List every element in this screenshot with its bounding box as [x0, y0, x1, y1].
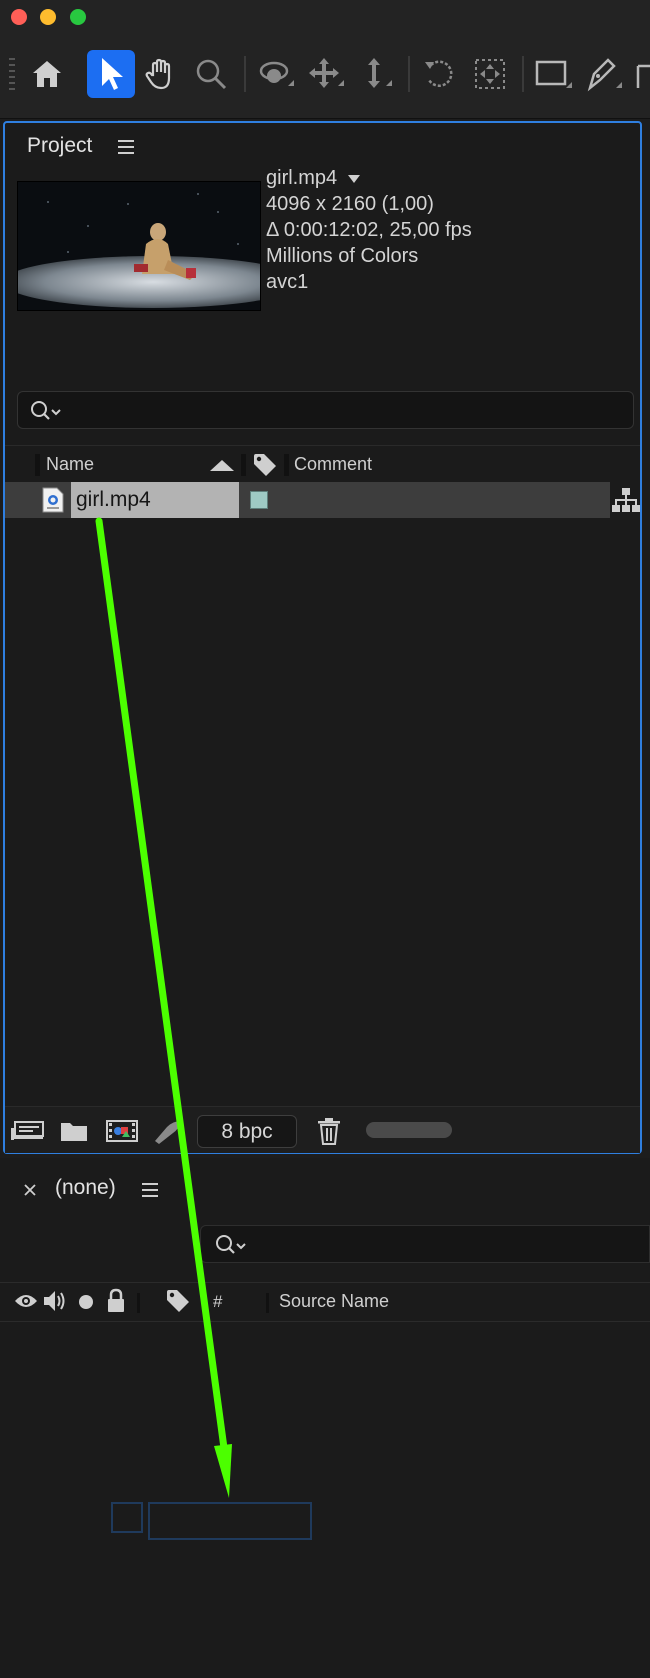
bit-depth-button[interactable]: 8 bpc [197, 1115, 297, 1148]
timeline-panel: (none) # Source Name [0, 1158, 650, 1678]
pan-behind-tool[interactable] [466, 50, 514, 98]
column-handle[interactable] [241, 454, 246, 476]
selection-tool[interactable] [87, 50, 135, 98]
drop-target-name-box [148, 1502, 312, 1540]
lock-icon[interactable] [106, 1288, 126, 1314]
new-folder-icon[interactable] [59, 1119, 89, 1143]
close-button[interactable] [11, 9, 27, 25]
comment-column-header[interactable]: Comment [294, 454, 372, 475]
audio-icon[interactable] [42, 1289, 68, 1313]
orbit-camera-tool[interactable] [252, 50, 300, 98]
search-icon [216, 1235, 246, 1254]
zoom-button[interactable] [70, 9, 86, 25]
new-composition-icon[interactable] [105, 1119, 139, 1143]
project-panel-title[interactable]: Project [27, 134, 92, 158]
project-bottom-bar: 8 bpc [5, 1106, 640, 1153]
footage-thumbnail [17, 181, 261, 311]
label-tag-icon[interactable] [252, 452, 278, 478]
hand-tool[interactable] [137, 50, 185, 98]
dolly-camera-tool[interactable] [352, 50, 400, 98]
source-name-header[interactable]: Source Name [279, 1291, 389, 1312]
solo-icon[interactable] [78, 1294, 94, 1310]
panel-menu-icon[interactable] [118, 140, 134, 154]
column-handle[interactable] [137, 1293, 140, 1313]
trash-icon[interactable] [316, 1117, 342, 1145]
drop-target-box [111, 1502, 143, 1533]
project-column-header: Name Comment [5, 445, 640, 482]
column-handle[interactable] [266, 1293, 269, 1313]
timeline-menu-icon[interactable] [142, 1183, 158, 1197]
pen-tool[interactable] [580, 50, 628, 98]
label-tag-icon[interactable] [165, 1288, 191, 1314]
project-item-row[interactable]: girl.mp4 [5, 482, 610, 518]
sort-ascending-icon[interactable] [208, 458, 236, 472]
zoom-tool[interactable] [187, 50, 235, 98]
timeline-search-input[interactable] [200, 1225, 650, 1263]
timeline-column-header: # Source Name [0, 1282, 650, 1322]
timeline-comp-name[interactable]: (none) [55, 1176, 116, 1200]
eye-icon[interactable] [14, 1291, 38, 1311]
footage-file-icon [42, 487, 64, 513]
search-icon [31, 401, 61, 420]
minimize-button[interactable] [40, 9, 56, 25]
column-handle[interactable] [284, 454, 289, 476]
toolbar-separator [408, 56, 410, 92]
toolbar-grip[interactable] [9, 56, 15, 94]
project-panel: Project girl.mp4 4096 x 2160 (1,00) Δ 0:… [3, 121, 642, 1154]
label-color-swatch[interactable] [250, 491, 268, 509]
home-icon[interactable] [23, 50, 71, 98]
interpret-footage-icon[interactable] [9, 1118, 45, 1144]
toolbar-separator [522, 56, 524, 92]
project-item-name[interactable]: girl.mp4 [76, 488, 151, 512]
layer-number-header[interactable]: # [213, 1292, 222, 1312]
footage-duration: Δ 0:00:12:02, 25,00 fps [266, 219, 472, 241]
pan-camera-tool[interactable] [302, 50, 350, 98]
flowchart-icon[interactable] [612, 487, 640, 513]
project-settings-icon[interactable] [153, 1117, 183, 1145]
tools-toolbar [0, 34, 650, 119]
close-icon[interactable] [23, 1183, 37, 1197]
dropdown-arrow-icon[interactable] [347, 174, 361, 184]
footage-name[interactable]: girl.mp4 [266, 167, 361, 190]
footage-colors: Millions of Colors [266, 245, 419, 267]
rotation-tool[interactable] [416, 50, 464, 98]
toolbar-overflow[interactable] [634, 62, 650, 92]
footage-codec: avc1 [266, 271, 309, 293]
project-search-input[interactable] [17, 391, 634, 429]
footage-dimensions: 4096 x 2160 (1,00) [266, 193, 434, 215]
title-bar [0, 0, 650, 34]
name-column-header[interactable]: Name [46, 454, 94, 475]
rectangle-tool[interactable] [530, 50, 578, 98]
toolbar-separator [244, 56, 246, 92]
column-handle[interactable] [35, 454, 40, 476]
thumbnail-zoom-slider[interactable] [366, 1122, 452, 1138]
footage-name-text: girl.mp4 [266, 167, 338, 189]
